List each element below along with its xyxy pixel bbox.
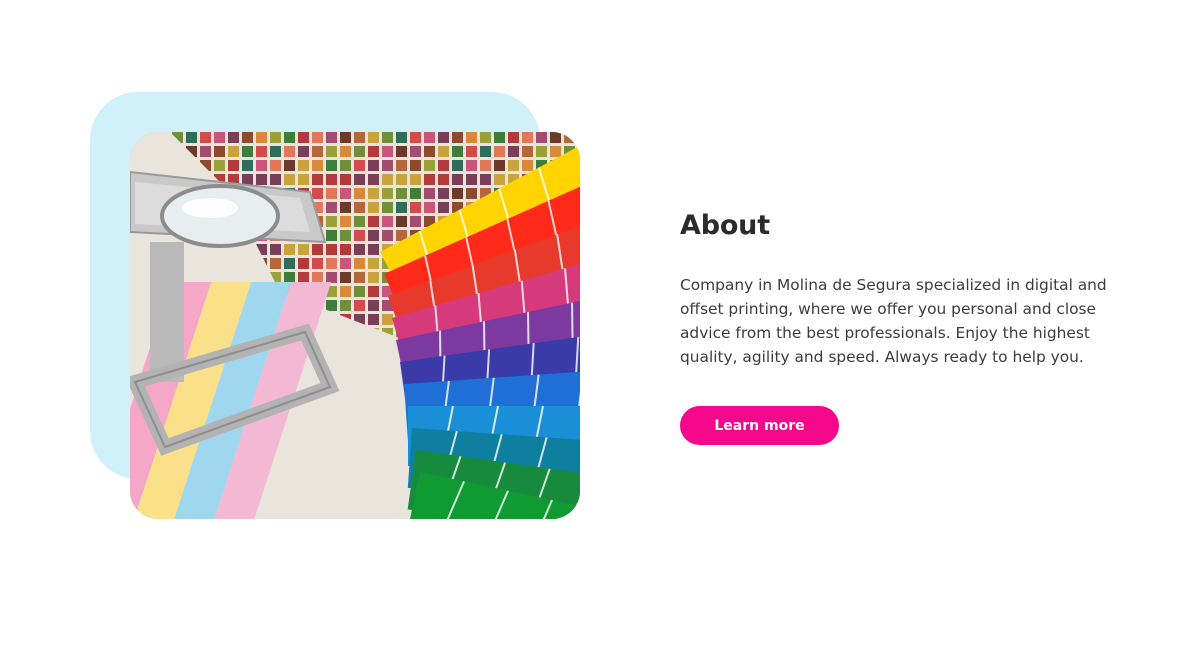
about-image [130,132,580,519]
about-section: About Company in Molina de Segura specia… [0,0,1182,651]
about-description: Company in Molina de Segura specialized … [680,276,1107,366]
learn-more-button[interactable]: Learn more [680,406,839,445]
about-title: About [680,210,770,241]
about-content: About Company in Molina de Segura specia… [680,210,1110,369]
